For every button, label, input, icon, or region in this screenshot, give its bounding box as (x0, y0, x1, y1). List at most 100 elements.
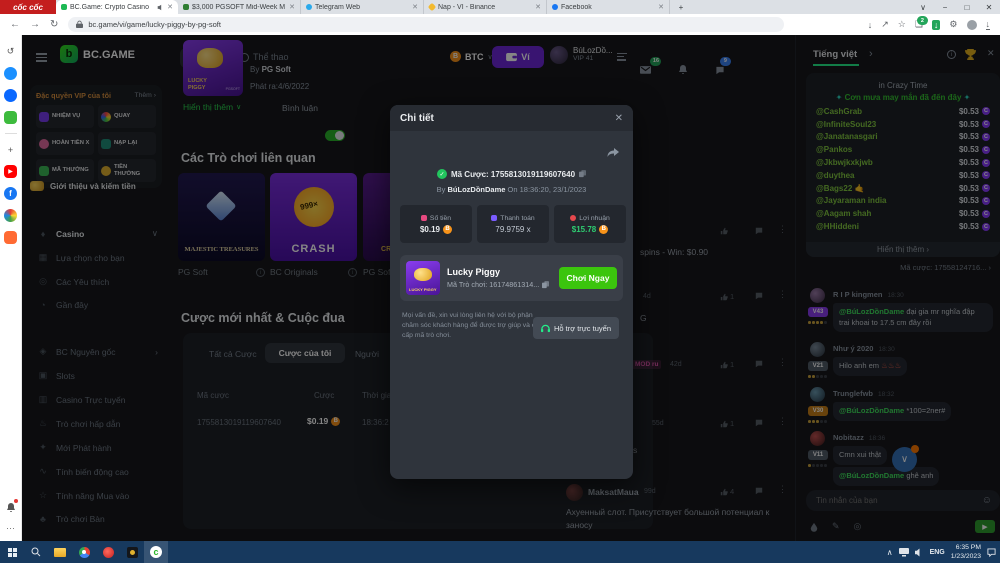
downloads-icon[interactable]: ↓ (932, 20, 941, 30)
tab-close-icon[interactable]: ✕ (167, 3, 173, 11)
stat-amount: Số tiền $0.19B (400, 205, 472, 243)
share-icon[interactable]: ↗ (881, 19, 889, 30)
browser-tab-facebook[interactable]: Facebook ✕ (547, 0, 670, 14)
system-tray: ∧ ENG 6:35 PM 1/23/2023 (887, 541, 1000, 563)
browser-toolbar: ← → ↻ bc.game/vi/game/lucky-piggy-by-pg-… (0, 14, 1000, 36)
candy-app-icon[interactable] (4, 209, 17, 222)
game-thumb[interactable]: LUCKY PIGGY (406, 261, 440, 295)
browser-tab-pgsoft[interactable]: $3,000 PGSOFT Mid-Week M ✕ (178, 0, 301, 14)
share-icon[interactable] (607, 145, 619, 163)
url-text: bc.game/vi/game/lucky-piggy-by-pg-soft (88, 20, 221, 29)
add-shortcut-icon[interactable]: + (4, 143, 17, 156)
new-tab-label: + (679, 3, 684, 12)
network-icon[interactable] (899, 548, 909, 557)
forward-icon[interactable]: → (30, 19, 40, 30)
copy-icon[interactable] (579, 170, 586, 178)
shop-cart-icon[interactable] (4, 231, 17, 244)
modal-title: Chi tiết (400, 113, 434, 124)
support-label: Hỗ trợ trực tuyến (554, 324, 611, 333)
tray-date: 1/23/2023 (951, 553, 981, 560)
browser-tab-binance[interactable]: Nap - VI - Binance ✕ (424, 0, 547, 14)
tab-close-icon[interactable]: ✕ (289, 3, 295, 11)
volume-icon[interactable] (915, 548, 924, 557)
bcgame-page: b BC.GAME Đặc quyền VIP của tôi Thêm › N… (22, 35, 1000, 541)
stat-profit: Lợi nhuận $15.78B (554, 205, 626, 243)
download-tray-icon[interactable]: ↓ (986, 19, 991, 30)
coccoc-brand-label: cốc cốc (13, 3, 43, 12)
browser-tab-telegram[interactable]: Telegram Web ✕ (301, 0, 424, 14)
back-icon[interactable]: ← (10, 19, 20, 30)
copy-icon[interactable] (542, 281, 549, 289)
bet-details-modal: Chi tiết ✕ ✓ Mã Cược: 175581301911960764… (390, 105, 633, 479)
close-window-button[interactable]: ✕ (978, 0, 1000, 14)
coccoc-brand[interactable]: cốc cốc (0, 0, 56, 14)
browser-side-rail: ↺ + ▶ f ⋯ (0, 35, 22, 541)
messenger-icon[interactable] (4, 67, 17, 80)
bet-datetime: 18:36:20, 23/1/2023 (520, 185, 587, 194)
offer-badge: 2 (917, 16, 928, 25)
bet-stats: Số tiền $0.19B Thanh toán 79.9759 x Lợi … (400, 205, 626, 243)
search-icon[interactable] (24, 541, 48, 563)
lock-icon (76, 20, 83, 29)
modal-close-icon[interactable]: ✕ (615, 113, 623, 124)
language-indicator[interactable]: ENG (930, 549, 945, 556)
maximize-button[interactable]: □ (956, 0, 978, 14)
support-button[interactable]: Hỗ trợ trực tuyến (533, 317, 619, 339)
tab-label: Telegram Web (315, 4, 409, 11)
profit-icon (570, 215, 576, 221)
notifications-bell-icon[interactable] (4, 500, 17, 513)
bcgame-favicon (61, 4, 67, 10)
games-icon[interactable] (4, 111, 17, 124)
win-check-icon: ✓ (437, 169, 447, 179)
coccoc-offer-icon[interactable]: ❏2 (915, 19, 923, 30)
modal-header: Chi tiết ✕ (390, 105, 633, 131)
screen: cốc cốc BC.Game: Crypto Casino ✕ $3,000 … (0, 0, 1000, 563)
address-bar[interactable]: bc.game/vi/game/lucky-piggy-by-pg-soft (68, 17, 784, 32)
bet-id-value: 1755813019119607640 (491, 170, 575, 179)
red-app-icon[interactable] (96, 541, 120, 563)
browser-tabstrip: cốc cốc BC.Game: Crypto Casino ✕ $3,000 … (0, 0, 1000, 14)
tray-time: 6:35 PM (956, 544, 981, 551)
action-center-icon[interactable] (987, 548, 996, 557)
youtube-icon[interactable]: ▶ (4, 165, 17, 178)
amount-icon (421, 215, 427, 221)
tab-label: Facebook (561, 4, 655, 11)
tab-close-icon[interactable]: ✕ (658, 3, 664, 11)
payout-icon (491, 215, 497, 221)
clock[interactable]: 6:35 PM 1/23/2023 (951, 543, 981, 561)
tab-close-icon[interactable]: ✕ (535, 3, 541, 11)
save-page-icon[interactable]: ↓ (868, 20, 873, 30)
windows-taskbar: c ∧ ENG 6:35 PM 1/23/2023 (0, 541, 1000, 563)
bet-id-row: ✓ Mã Cược: 1755813019119607640 (390, 169, 633, 179)
browser-tab-bcgame[interactable]: BC.Game: Crypto Casino ✕ (56, 0, 178, 14)
minimize-button[interactable]: − (934, 0, 956, 14)
tab-audio-icon[interactable] (157, 4, 164, 11)
file-explorer-icon[interactable] (48, 541, 72, 563)
chrome-icon[interactable] (72, 541, 96, 563)
pgsoft-favicon (183, 4, 189, 10)
start-button[interactable] (0, 541, 24, 563)
facebook-icon[interactable]: f (4, 187, 17, 200)
bell-red-dot (14, 499, 18, 503)
modal-help-text: Mọi vấn đề, xin vui lòng liên hệ với bộ … (402, 311, 550, 342)
tab-close-icon[interactable]: ✕ (412, 3, 418, 11)
tab-label: $3,000 PGSOFT Mid-Week M (192, 4, 286, 11)
play-now-button[interactable]: Chơi Ngay (559, 267, 617, 289)
zalo-icon[interactable] (4, 89, 17, 102)
game-id-value: 16174861314... (489, 280, 539, 289)
more-icon[interactable]: ⋯ (4, 522, 17, 535)
profile-avatar-icon[interactable] (967, 20, 977, 30)
extensions-icon[interactable]: ⚙ (949, 19, 957, 30)
tab-search-icon[interactable]: ∨ (912, 0, 934, 14)
gold-app-icon[interactable] (120, 541, 144, 563)
headset-icon (541, 324, 550, 333)
coccoc-taskbar-icon[interactable]: c (144, 541, 168, 563)
tab-label: BC.Game: Crypto Casino (70, 4, 154, 11)
history-icon[interactable]: ↺ (4, 45, 17, 58)
reload-icon[interactable]: ↻ (50, 19, 58, 30)
player-name[interactable]: BúLozDồnDame (448, 185, 506, 194)
facebook-favicon (552, 4, 558, 10)
bookmark-star-icon[interactable]: ☆ (898, 19, 906, 30)
tray-expand-icon[interactable]: ∧ (887, 548, 893, 557)
new-tab-button[interactable]: + (670, 0, 692, 14)
